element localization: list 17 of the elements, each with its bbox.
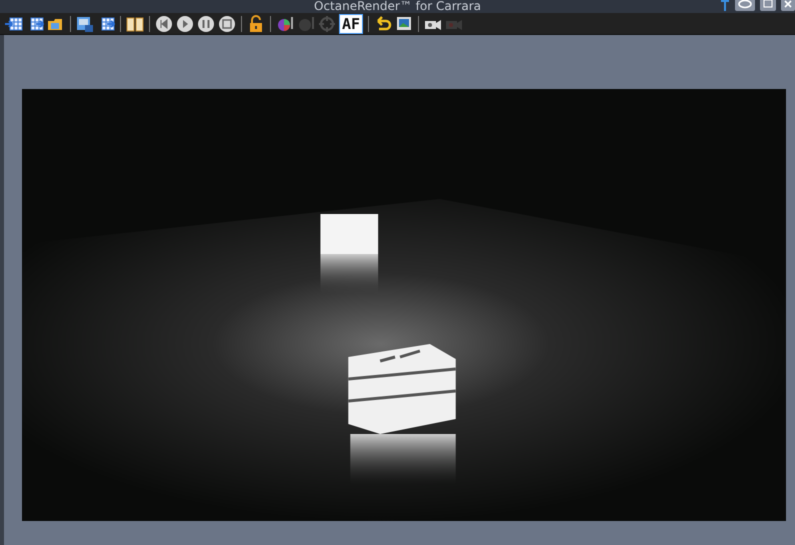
- pause-icon[interactable]: [197, 14, 215, 32]
- color-wheel-icon[interactable]: [276, 14, 294, 32]
- undo-icon[interactable]: [374, 14, 392, 32]
- stop-icon[interactable]: [218, 14, 236, 32]
- play-icon[interactable]: [176, 14, 194, 32]
- window-title: OctaneRender™ for Carrara: [314, 0, 481, 12]
- import-icon[interactable]: [5, 14, 23, 32]
- autofocus-button[interactable]: AF: [339, 14, 364, 34]
- eye-icon[interactable]: [735, 0, 755, 11]
- rewind-icon[interactable]: [155, 14, 173, 32]
- picture-icon[interactable]: [395, 14, 414, 32]
- save-icon[interactable]: [76, 14, 94, 32]
- pin-icon[interactable]: [720, 0, 730, 11]
- maximize-icon[interactable]: [760, 0, 776, 11]
- close-icon[interactable]: [781, 0, 795, 11]
- padlock-icon[interactable]: [247, 14, 265, 32]
- book-icon[interactable]: [126, 14, 144, 32]
